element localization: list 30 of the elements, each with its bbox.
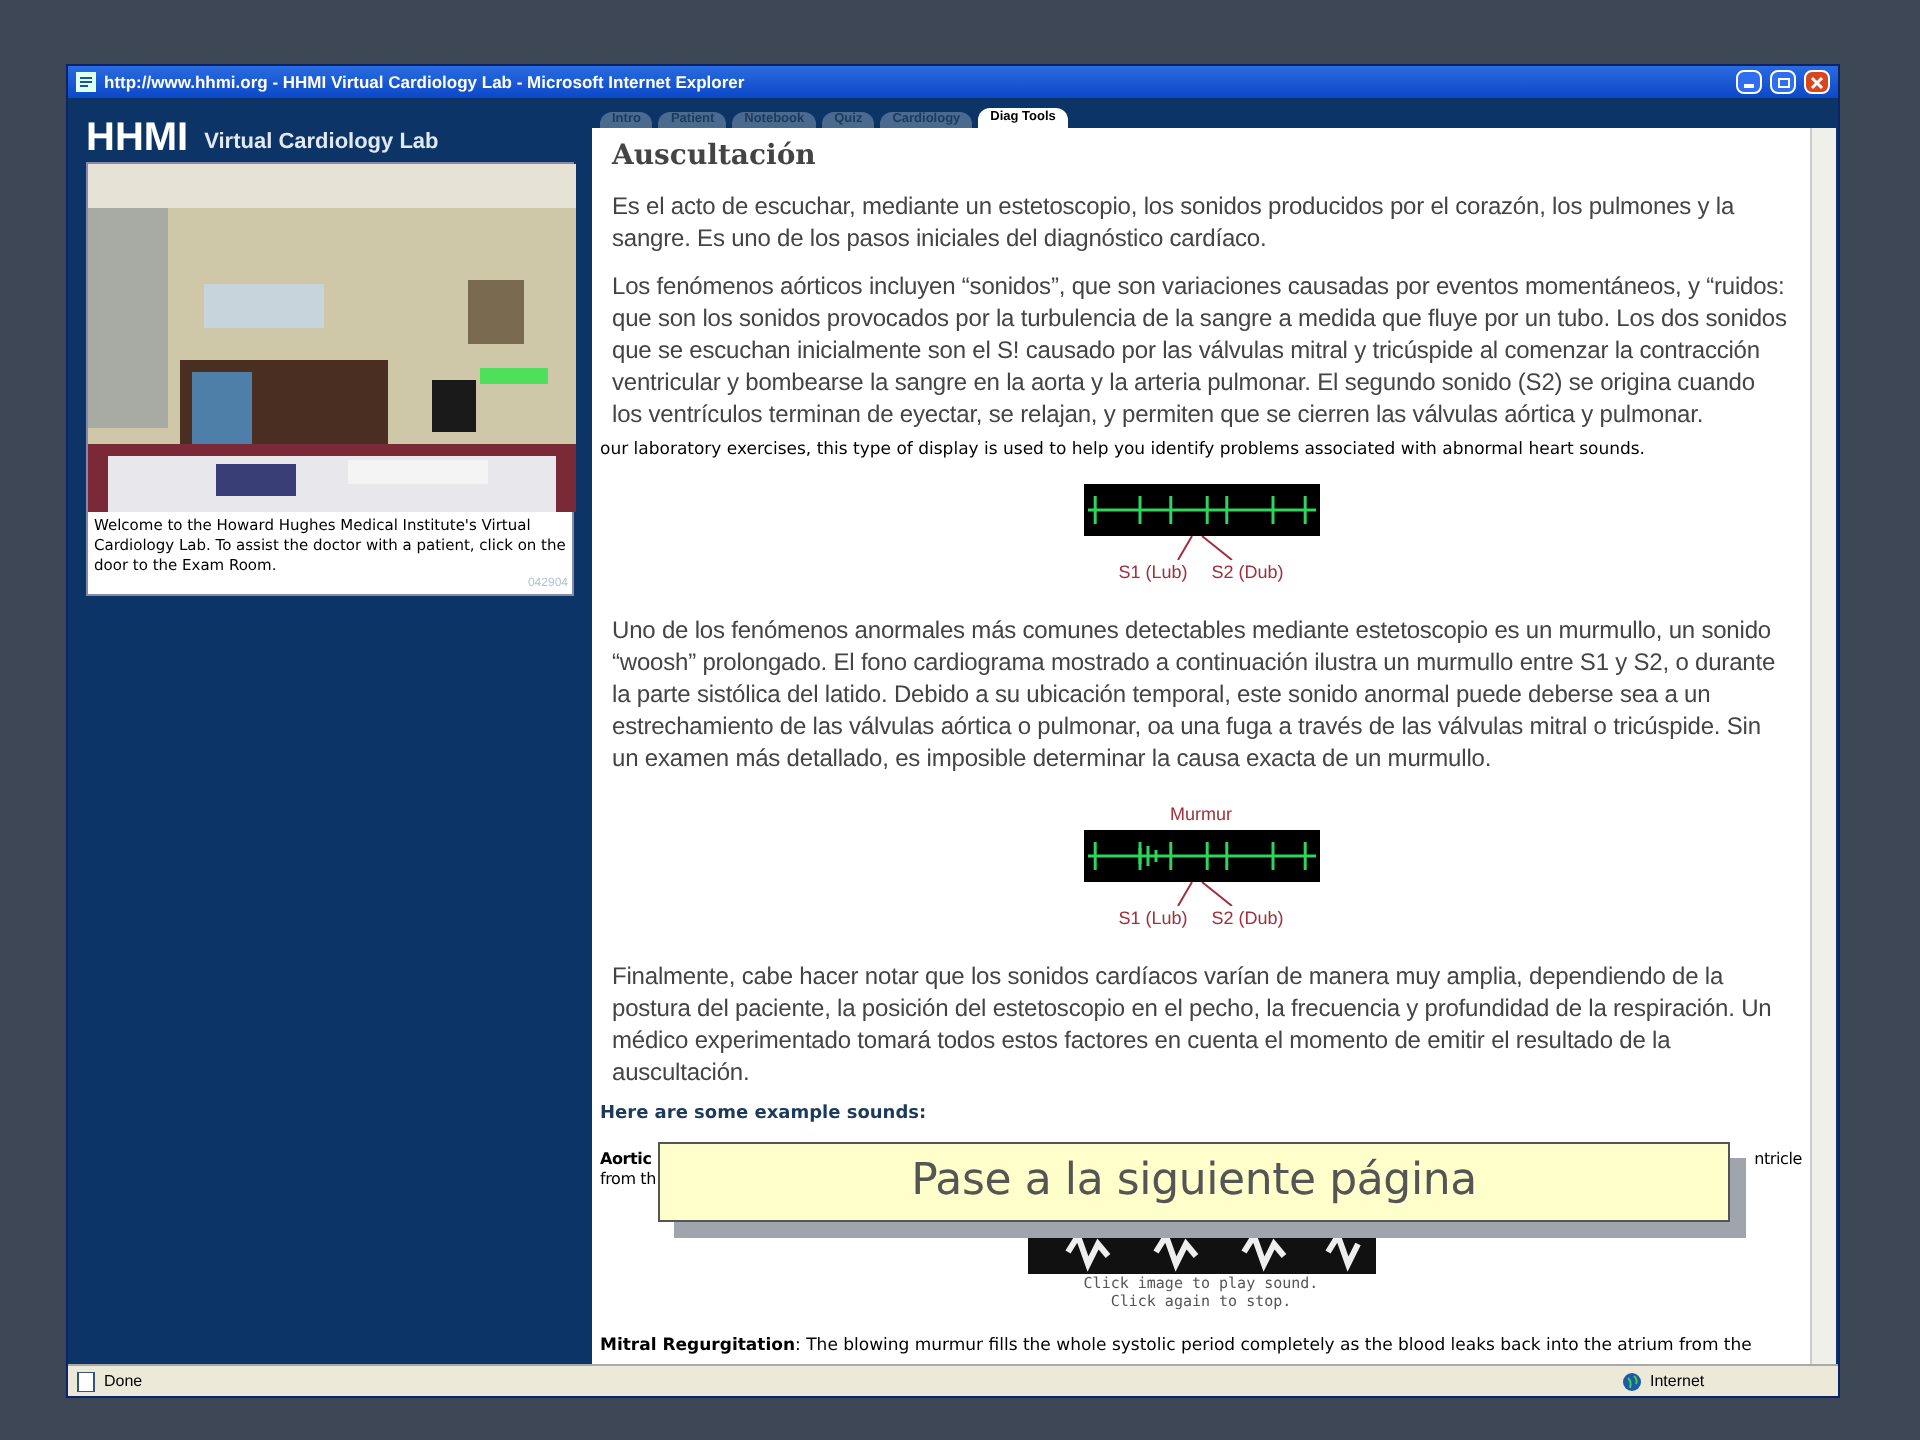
figure-label: S2 (Dub) (1211, 559, 1284, 586)
banner-text: Pase a la siguiente página (911, 1153, 1477, 1210)
paragraph: Mitral Regurgitation: The blowing murmur fills the whole systolic period completely as the blood leaks back into the atrium from the (600, 1333, 1754, 1359)
close-icon (1810, 75, 1824, 89)
text-fragment: Aortic (600, 1149, 654, 1170)
restore-button[interactable] (1770, 70, 1796, 94)
page-icon (76, 1371, 96, 1391)
status-text: Done (104, 1369, 145, 1393)
subheading: Here are some example sounds: (600, 1102, 929, 1129)
globe-icon (1622, 1371, 1642, 1391)
text-fragment: from th (600, 1169, 656, 1190)
scrollbar[interactable] (1810, 128, 1836, 1364)
figure-label: S2 (Dub) (1211, 905, 1284, 932)
paragraph: our laboratory exercises, this type of display is used to help you identify problems associated with abnormal heart sounds. (600, 438, 1647, 464)
zone-text: Internet (1650, 1369, 1707, 1393)
figure-label: S1 (Lub) (1118, 559, 1188, 586)
paragraph: Finalmente, cabe hacer notar que los sonidos cardíacos varían de manera muy amplia, dependiendo de la postura del paciente, la posición del estetoscopio en el pecho, la frecuencia y profundidad de la respiración. Un médico experimentado tomará todos estos factores en cuenta el momento de emitir el resultado de la auscultación. (612, 960, 1774, 1089)
logo-subtitle: Virtual Cardiology Lab (204, 127, 439, 157)
figure-label: S1 (Lub) (1118, 905, 1188, 932)
figure-label: Murmur (1170, 802, 1232, 829)
minimize-button[interactable] (1736, 70, 1762, 94)
paragraph: Uno de los fenómenos anormales más comunes detectables mediante estetoscopio es un murmullo, un sonido “woosh” prolongado. El fono cardiograma mostrado a continuación ilustra un murmullo entre S1 y S2, o durante la parte sistólica del latido. Debido a su ubicación temporal, este sonido anormal puede deberse sea a un estrechamiento de las válvulas aórtica o pulmonar, oa una fuga a través de las válvulas mitral o tricúspide. Sin un examen más detallado, es imposible determinar la causa exacta de un murmullo. (612, 614, 1778, 775)
paragraph: Los fenómenos aórticos incluyen “sonidos”, que son variaciones causadas por eventos momentáneos, y “ruidos: que son los sonidos provocados por la turbulencia de la sangre a medida que fluye por un tubo. Los dos sonidos que se escuchan inicialmente son el S! causado por las válvulas mitral y tricúspide al comenzar la contracción ventricular y bombearse la sangre en la aorta y la arteria pulmonar. El segundo sonido (S2) se origina cuando los ventrículos terminan de eyectar, se relajan, y permiten que se cierren las válvulas aórtica y pulmonar. (612, 270, 1789, 430)
logo-title: HHMI (86, 118, 189, 158)
close-button[interactable] (1804, 70, 1830, 94)
text-fragment: ntricle (1754, 1149, 1802, 1172)
window-title: http://www.hhmi.org - HHMI Virtual Cardiology Lab - Microsoft Internet Explorer (104, 69, 747, 95)
paragraph: Es el acto de escuchar, mediante un estetoscopio, los sonidos producidos por el corazón, los pulmones y la sangre. Es uno de los pasos iniciales del diagnóstico cardíaco. (612, 190, 1737, 254)
page-heading: Auscultación (612, 138, 818, 176)
browser-icon (76, 72, 96, 92)
